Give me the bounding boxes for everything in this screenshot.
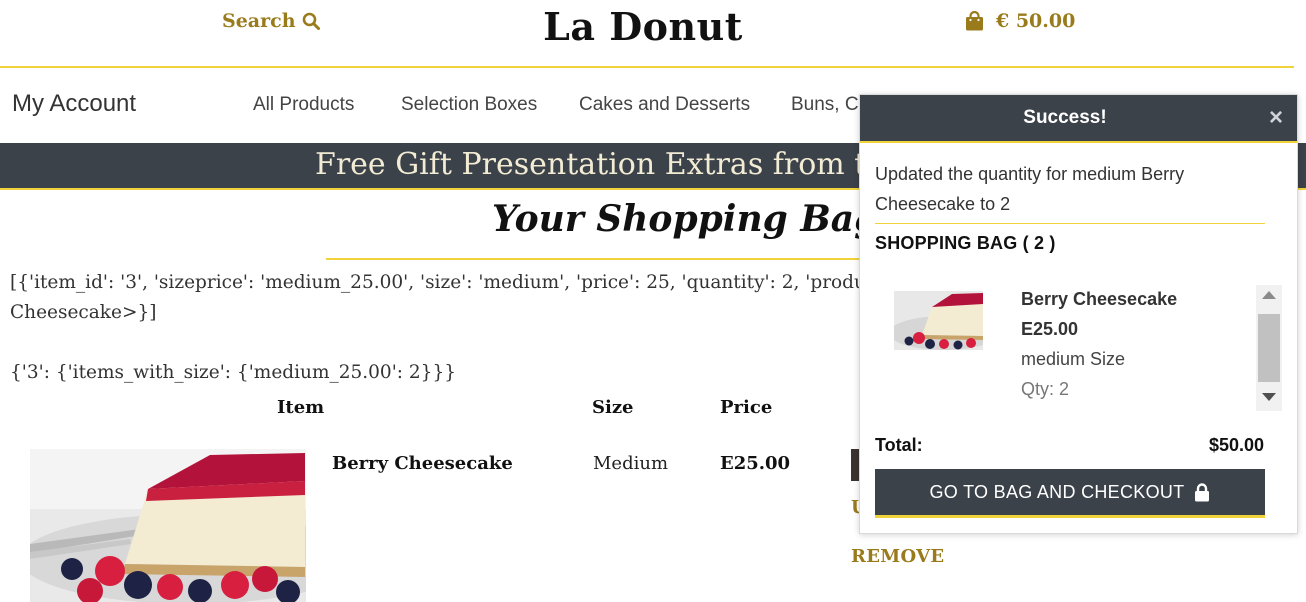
page-title: Your Shopping Bag xyxy=(492,198,880,240)
toast-item-qty: Qty: 2 xyxy=(1021,379,1070,399)
lock-icon[interactable] xyxy=(1194,482,1210,502)
nav-item-all-products[interactable]: All Products xyxy=(253,94,354,116)
toast-bag-item: Berry Cheesecake E25.00 medium Size Qty:… xyxy=(875,285,1265,410)
toast-divider xyxy=(875,223,1265,224)
toast-title: Success! xyxy=(1023,107,1107,128)
success-toast: Success! × Updated the quantity for medi… xyxy=(859,94,1298,534)
scroll-up-arrow-icon[interactable] xyxy=(1262,291,1276,299)
toast-item-thumbnail xyxy=(894,291,983,350)
nav-item-cakes-and-desserts[interactable]: Cakes and Desserts xyxy=(579,94,750,116)
checkout-button[interactable]: GO TO BAG AND CHECKOUT xyxy=(875,469,1265,518)
column-header-size: Size xyxy=(592,397,634,418)
column-header-item: Item xyxy=(277,397,325,418)
scroll-down-arrow-icon[interactable] xyxy=(1262,393,1276,401)
site-header: Search La Donut € 50.00 xyxy=(0,0,1306,66)
debug-text-line: Cheesecake>}] xyxy=(10,302,157,323)
nav-item-buns[interactable]: Buns, C xyxy=(791,94,859,116)
toast-header: Success! × xyxy=(860,95,1297,143)
debug-text-line: {'3': {'items_with_size': {'medium_25.00… xyxy=(10,362,456,383)
shopping-bag-icon[interactable] xyxy=(965,11,984,31)
toast-total-label: Total: xyxy=(875,435,923,455)
bag-total-amount[interactable]: € 50.00 xyxy=(996,10,1075,32)
title-divider xyxy=(326,258,866,260)
cart-item-name: Berry Cheesecake xyxy=(332,453,513,474)
scroll-thumb[interactable] xyxy=(1258,314,1280,382)
column-header-price: Price xyxy=(720,397,773,418)
toast-bag-count: SHOPPING BAG ( 2 ) xyxy=(875,233,1056,253)
close-icon[interactable]: × xyxy=(1269,104,1283,132)
toast-item-price: E25.00 xyxy=(1021,319,1079,339)
cart-item-price: E25.00 xyxy=(720,453,791,474)
toast-item-name: Berry Cheesecake xyxy=(1021,289,1178,309)
product-image xyxy=(30,449,306,602)
toast-scrollbar[interactable] xyxy=(1256,285,1282,411)
cart-item-size: Medium xyxy=(593,453,669,474)
brand-logo[interactable]: La Donut xyxy=(0,4,1286,49)
debug-text-line: [{'item_id': '3', 'sizeprice': 'medium_2… xyxy=(10,272,949,293)
remove-link[interactable]: REMOVE xyxy=(851,546,944,567)
checkout-button-label[interactable]: GO TO BAG AND CHECKOUT xyxy=(930,482,1185,503)
toast-total-value: $50.00 xyxy=(1208,435,1264,455)
promo-banner-text: Free Gift Presentation Extras from the C xyxy=(315,147,936,182)
my-account-link[interactable]: My Account xyxy=(12,90,136,118)
toast-item-size: medium Size xyxy=(1021,349,1126,369)
nav-item-selection-boxes[interactable]: Selection Boxes xyxy=(401,94,537,116)
bag-total-link[interactable]: € 50.00 xyxy=(965,10,1075,32)
toast-message: Updated the quantity for medium Berry Ch… xyxy=(875,164,1185,214)
